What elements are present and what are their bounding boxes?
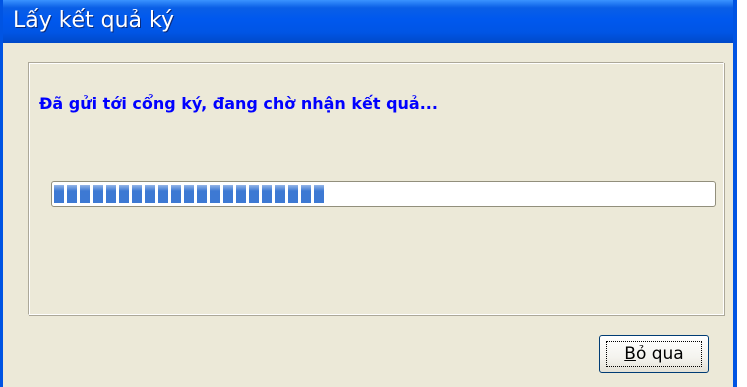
cancel-mnemonic: B xyxy=(624,344,636,364)
content-panel: Đã gửi tới cổng ký, đang chờ nhận kết qu… xyxy=(28,62,724,315)
progress-bar xyxy=(51,181,716,207)
progress-fill xyxy=(54,185,324,203)
window-title: Lấy kết quả ký xyxy=(13,8,175,33)
dialog-window: Lấy kết quả ký Đã gửi tới cổng ký, đang … xyxy=(0,0,737,387)
cancel-label-rest: ỏ qua xyxy=(635,344,684,364)
status-message: Đã gửi tới cổng ký, đang chờ nhận kết qu… xyxy=(39,94,438,113)
cancel-button[interactable]: Bỏ qua xyxy=(599,335,709,373)
title-bar[interactable]: Lấy kết quả ký xyxy=(3,0,733,43)
cancel-button-label: Bỏ qua xyxy=(600,343,708,365)
